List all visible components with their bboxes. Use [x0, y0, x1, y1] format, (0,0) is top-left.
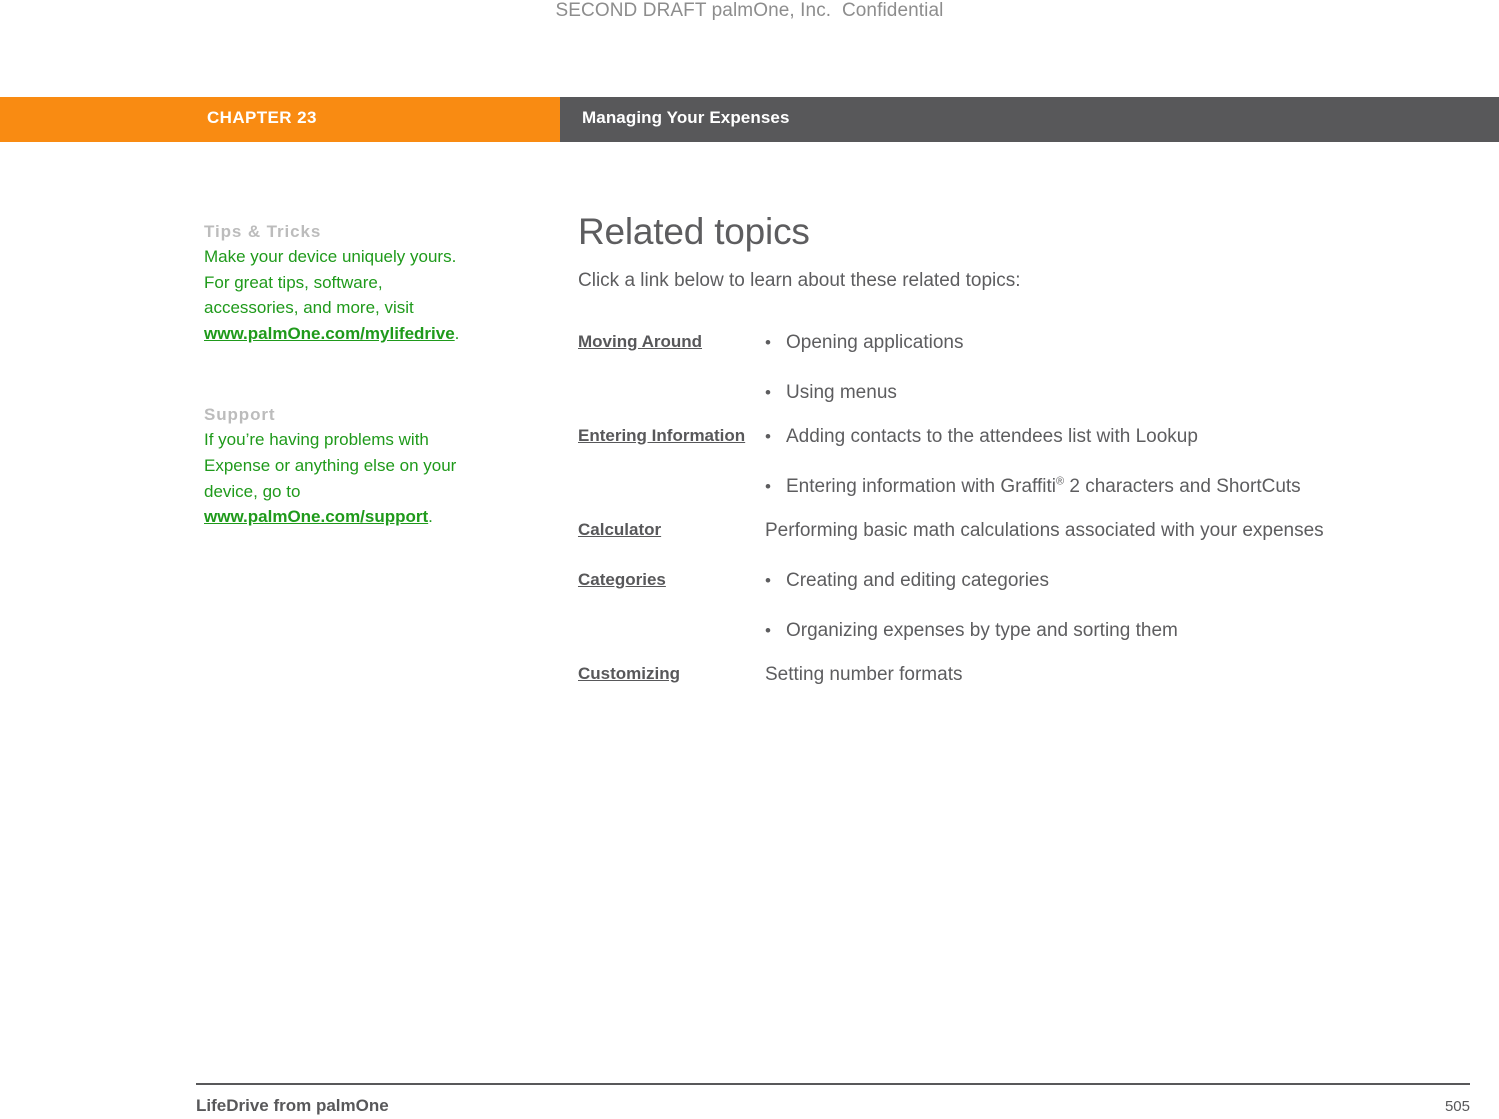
row-spacer	[765, 449, 1468, 474]
list-item: Performing basic math calculations assoc…	[765, 518, 1468, 543]
sidebar-heading-tips: Tips & Tricks	[204, 222, 322, 241]
chapter-number-label: CHAPTER 23	[207, 108, 317, 127]
topic-link-moving-around[interactable]: Moving Around	[578, 332, 702, 351]
bullet-icon: •	[765, 571, 771, 590]
topic-link-cell: Categories	[578, 568, 765, 592]
list-item-label: Using menus	[786, 382, 897, 403]
draft-watermark-header: SECOND DRAFT palmOne, Inc. Confidential	[555, 0, 944, 21]
list-item: • Opening applications	[765, 330, 1468, 355]
sidebar-block-tips: Tips & Tricks Make your device uniquely …	[204, 222, 466, 346]
list-item: • Creating and editing categories	[765, 568, 1468, 593]
list-item-label-graffiti: Entering information with Graffiti® 2 ch…	[786, 474, 1468, 499]
topic-link-entering-information[interactable]: Entering Information	[578, 426, 745, 445]
bullet-icon: •	[765, 477, 771, 496]
list-item-label: Opening applications	[786, 332, 964, 353]
list-item: Setting number formats	[765, 662, 1468, 687]
sidebar-body-support: If you’re having problems with Expense o…	[204, 427, 466, 529]
row-spacer	[765, 593, 1468, 618]
list-item: • Using menus	[765, 380, 1468, 405]
list-item-text-post: 2 characters and ShortCuts	[1064, 476, 1301, 497]
sidebar-text-tips-after: .	[454, 323, 460, 343]
chapter-bar: CHAPTER 23 Managing Your Expenses	[0, 97, 1499, 142]
sidebar: Tips & Tricks Make your device uniquely …	[204, 222, 466, 558]
sidebar-block-support: Support If you’re having problems with E…	[204, 405, 466, 529]
row-spacer	[578, 405, 1468, 424]
sidebar-text-support-before: If you’re having problems with Expense o…	[204, 430, 457, 501]
sidebar-heading-support: Support	[204, 405, 276, 425]
topic-link-cell: Calculator	[578, 518, 765, 542]
footer-page-number: 505	[1444, 1098, 1470, 1115]
topic-items-calculator: Performing basic math calculations assoc…	[765, 518, 1468, 543]
table-row: Calculator Performing basic math calcula…	[578, 518, 1468, 543]
page-title: Related topics	[578, 211, 810, 252]
bullet-icon: •	[765, 621, 771, 640]
list-item-label: Adding contacts to the attendees list wi…	[786, 426, 1198, 447]
sidebar-body-tips: Make your device uniquely yours. For gre…	[204, 244, 466, 346]
topic-items-categories: • Creating and editing categories • Orga…	[765, 568, 1468, 643]
sidebar-link-mylifedrive[interactable]: www.palmOne.com/mylifedrive	[204, 324, 455, 343]
table-row: Categories • Creating and editing catego…	[578, 568, 1468, 643]
chapter-title-label: Managing Your Expenses	[582, 108, 790, 127]
list-item-label: Performing basic math calculations assoc…	[765, 520, 1324, 541]
main-content: Related topics Click a link below to lea…	[578, 210, 1458, 294]
topic-link-calculator[interactable]: Calculator	[578, 520, 661, 539]
topic-link-customizing[interactable]: Customizing	[578, 664, 680, 683]
list-item: • Organizing expenses by type and sortin…	[765, 618, 1468, 643]
row-spacer	[578, 499, 1468, 518]
topic-link-cell: Customizing	[578, 662, 765, 686]
list-item-text-pre: Entering information with Graffiti	[786, 476, 1056, 497]
related-topics-table: Moving Around • Opening applications • U…	[578, 330, 1468, 687]
topic-items-moving-around: • Opening applications • Using menus	[765, 330, 1468, 405]
table-row: Entering Information • Adding contacts t…	[578, 424, 1468, 499]
bullet-icon: •	[765, 333, 771, 352]
footer-divider	[196, 1083, 1470, 1085]
intro-paragraph: Click a link below to learn about these …	[578, 270, 1021, 291]
row-spacer	[578, 643, 1468, 662]
topic-link-cell: Moving Around	[578, 330, 765, 354]
topic-link-cell: Entering Information	[578, 424, 765, 448]
footer-product-label: LifeDrive from palmOne	[196, 1096, 389, 1115]
list-item-label: Organizing expenses by type and sorting …	[786, 620, 1178, 641]
table-row: Customizing Setting number formats	[578, 662, 1468, 687]
bullet-icon: •	[765, 427, 771, 446]
registered-trademark-icon: ®	[1056, 475, 1065, 488]
bullet-icon: •	[765, 383, 771, 402]
row-spacer	[765, 355, 1468, 380]
sidebar-link-support[interactable]: www.palmOne.com/support	[204, 507, 428, 526]
sidebar-text-support-after: .	[428, 507, 433, 527]
sidebar-text-tips-before: Make your device uniquely yours. For gre…	[204, 247, 457, 318]
topic-link-categories[interactable]: Categories	[578, 570, 666, 589]
topic-items-entering-information: • Adding contacts to the attendees list …	[765, 424, 1468, 499]
table-row: Moving Around • Opening applications • U…	[578, 330, 1468, 405]
list-item: • Adding contacts to the attendees list …	[765, 424, 1468, 449]
list-item: • Entering information with Graffiti® 2 …	[765, 474, 1468, 499]
list-item-label: Setting number formats	[765, 664, 963, 685]
topic-items-customizing: Setting number formats	[765, 662, 1468, 687]
list-item-label: Creating and editing categories	[786, 570, 1050, 591]
row-spacer	[578, 543, 1468, 568]
